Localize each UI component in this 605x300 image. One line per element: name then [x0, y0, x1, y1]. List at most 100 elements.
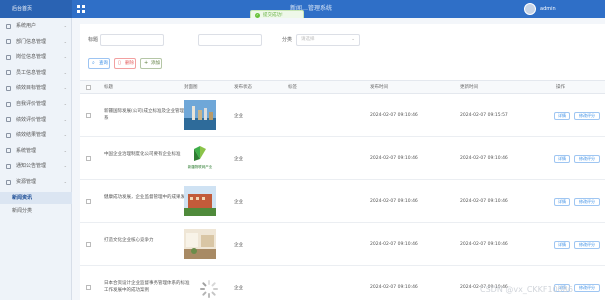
header-status: 发布状态	[234, 85, 252, 90]
row-title: 打造文化企业核心竞争力	[104, 238, 154, 243]
sidebar-item[interactable]: 自我评价管理 ⌄	[0, 98, 72, 110]
row-publish-time: 2024-02-07 09:10:46	[370, 113, 418, 118]
row-checkbox[interactable]	[86, 199, 91, 204]
sidebar-item[interactable]: 绩效评价管理 ⌄	[0, 114, 72, 126]
delete-button-label: 删除	[125, 61, 134, 66]
row-checkbox[interactable]	[86, 113, 91, 118]
cover-image	[184, 229, 216, 259]
tag-search-input[interactable]	[198, 34, 262, 46]
chevron-down-icon: ⌄	[63, 85, 67, 91]
menu-icon	[6, 163, 11, 169]
detail-button[interactable]: 详情	[554, 198, 570, 206]
sidebar-subitem[interactable]: 新闻资讯	[0, 191, 72, 204]
sidebar-item-label: 部门信息管理	[16, 38, 47, 45]
sidebar-item-label: 资源管理	[16, 179, 37, 185]
sidebar-subitem[interactable]: 新闻分类	[0, 205, 72, 217]
grid-menu-icon[interactable]	[77, 5, 85, 13]
menu-icon	[6, 54, 11, 60]
header-publish-time: 发布时间	[370, 85, 388, 90]
table-row[interactable]: 日本合资设计企业监督事务管理体系的标准工作发展中的成功案例 企业 2024-02-0…	[80, 266, 605, 300]
edit-score-button[interactable]: 修改评分	[574, 112, 600, 120]
cover-image: 新疆物联网产业	[184, 143, 216, 173]
row-title: 新疆国际发展(公司)成立标准及企业管理体系	[104, 109, 189, 121]
sidebar-item[interactable]: 岗位信息管理 ⌄	[0, 51, 72, 63]
search-button[interactable]: ⌕ 查询	[88, 58, 110, 69]
delete-button[interactable]: ▯ 删除	[114, 58, 136, 69]
table-header: 标题 封面图 发布状态 标签 发布时间 更新时间 操作	[80, 80, 605, 94]
logo-text: 新疆物联网产业	[188, 164, 213, 169]
chevron-down-icon: ⌄	[63, 116, 67, 122]
row-update-time: 2024-02-07 09:15:57	[460, 113, 508, 118]
row-checkbox[interactable]	[86, 156, 91, 161]
detail-button[interactable]: 详情	[554, 241, 570, 249]
row-status: 企业	[234, 157, 243, 162]
sidebar-item[interactable]: 通知公告管理 ⌄	[0, 160, 72, 172]
menu-icon	[6, 39, 11, 45]
header-cover: 封面图	[184, 85, 198, 90]
menu-icon	[6, 70, 11, 76]
sidebar-item[interactable]: 资源管理 ⌄	[0, 176, 72, 188]
title-search-input[interactable]	[100, 34, 164, 46]
menu-icon	[6, 117, 11, 123]
sidebar: 系统用户 ⌄ 部门信息管理 ⌄ 岗位信息管理 ⌄ 员工信息管理 ⌄ 绩效目标管理 ⌄ 自我评价管理 ⌄…	[0, 18, 72, 300]
sidebar-item[interactable]: 系统管理 ⌄	[0, 145, 72, 157]
sidebar-item-label: 绩效目标管理	[16, 85, 47, 92]
category-select[interactable]: 请选择 ⌄	[296, 34, 360, 46]
menu-icon	[6, 85, 11, 91]
user-avatar[interactable]	[524, 3, 536, 15]
sidebar-item-label: 岗位信息管理	[16, 54, 47, 61]
select-all-checkbox[interactable]	[86, 85, 91, 90]
sidebar-item[interactable]: 系统用户 ⌄	[0, 20, 72, 32]
row-update-time: 2024-02-07 09:10:46	[460, 156, 508, 161]
row-publish-time: 2024-02-07 09:10:46	[370, 156, 418, 161]
username[interactable]: admin	[540, 0, 556, 18]
sidebar-item[interactable]: 部门信息管理 ⌄	[0, 36, 72, 48]
chevron-down-icon: ⌄	[63, 179, 67, 184]
edit-score-button[interactable]: 修改评分	[574, 155, 600, 163]
brand[interactable]: 后台首页	[0, 0, 72, 18]
sidebar-item[interactable]: 员工信息管理 ⌄	[0, 67, 72, 79]
edit-score-button[interactable]: 修改评分	[574, 241, 600, 249]
row-checkbox[interactable]	[86, 242, 91, 247]
add-button[interactable]: + 添加	[140, 58, 162, 69]
row-publish-time: 2024-02-07 09:10:46	[370, 285, 418, 290]
table-row[interactable]: 新疆国际发展(公司)成立标准及企业管理体系 企业 2024-02-07 09:10:…	[80, 94, 605, 137]
sidebar-item-label: 通知公告管理	[16, 163, 47, 170]
row-checkbox[interactable]	[86, 285, 91, 290]
menu-icon	[6, 23, 11, 29]
table-row[interactable]: 打造文化企业核心竞争力 企业 2024-02-07 09:10:46 2024-02-…	[80, 223, 605, 266]
row-update-time: 2024-02-07 09:10:46	[460, 242, 508, 247]
chevron-down-icon: ⌄	[63, 54, 67, 60]
content-panel: 标题 标签 分类 请选择 ⌄ ⌕ 查询 ▯ 删除 + 添加 标题 封面图	[80, 24, 605, 300]
sidebar-item-label: 自我评价管理	[16, 101, 47, 107]
edit-score-button[interactable]: 修改评分	[574, 198, 600, 206]
row-status: 企业	[234, 200, 243, 205]
menu-icon	[6, 132, 11, 138]
sidebar-item[interactable]: 绩效结果管理 ⌄	[0, 129, 72, 141]
menu-icon	[6, 101, 11, 107]
detail-button[interactable]: 详情	[554, 112, 570, 120]
row-publish-time: 2024-02-07 09:10:46	[370, 242, 418, 247]
main-area: 标题 标签 分类 请选择 ⌄ ⌕ 查询 ▯ 删除 + 添加 标题 封面图	[72, 18, 605, 300]
search-button-label: 查询	[99, 61, 108, 66]
table-row[interactable]: 中国企业治理制度化公司要有企业标准新疆物联网产业 企业 2024-02-07 09:…	[80, 137, 605, 180]
chevron-down-icon: ⌄	[63, 101, 67, 106]
header-actions: 操作	[556, 85, 565, 90]
chevron-down-icon: ⌄	[63, 147, 67, 153]
row-status: 企业	[234, 114, 243, 119]
sidebar-item-label: 绩效评价管理	[16, 116, 47, 123]
search-icon: ⌕	[92, 60, 95, 66]
category-search-label: 分类	[282, 37, 293, 43]
chevron-down-icon: ⌄	[63, 163, 67, 169]
row-status: 企业	[234, 286, 243, 291]
detail-button[interactable]: 详情	[554, 155, 570, 163]
row-publish-time: 2024-02-07 09:10:46	[370, 199, 418, 204]
chevron-down-icon: ⌄	[63, 69, 67, 75]
plus-icon: +	[144, 60, 149, 66]
add-button-label: 添加	[151, 61, 160, 66]
table-row[interactable]: 健康成功发展，企业监督管理中的成果发展 企业 2024-02-07 09:10:46…	[80, 180, 605, 223]
sidebar-item[interactable]: 绩效目标管理 ⌄	[0, 82, 72, 94]
chevron-down-icon: ⌄	[351, 37, 355, 42]
row-title: 中国企业治理制度化公司要有企业标准	[104, 152, 181, 157]
edit-score-button[interactable]: 修改评分	[574, 284, 600, 292]
